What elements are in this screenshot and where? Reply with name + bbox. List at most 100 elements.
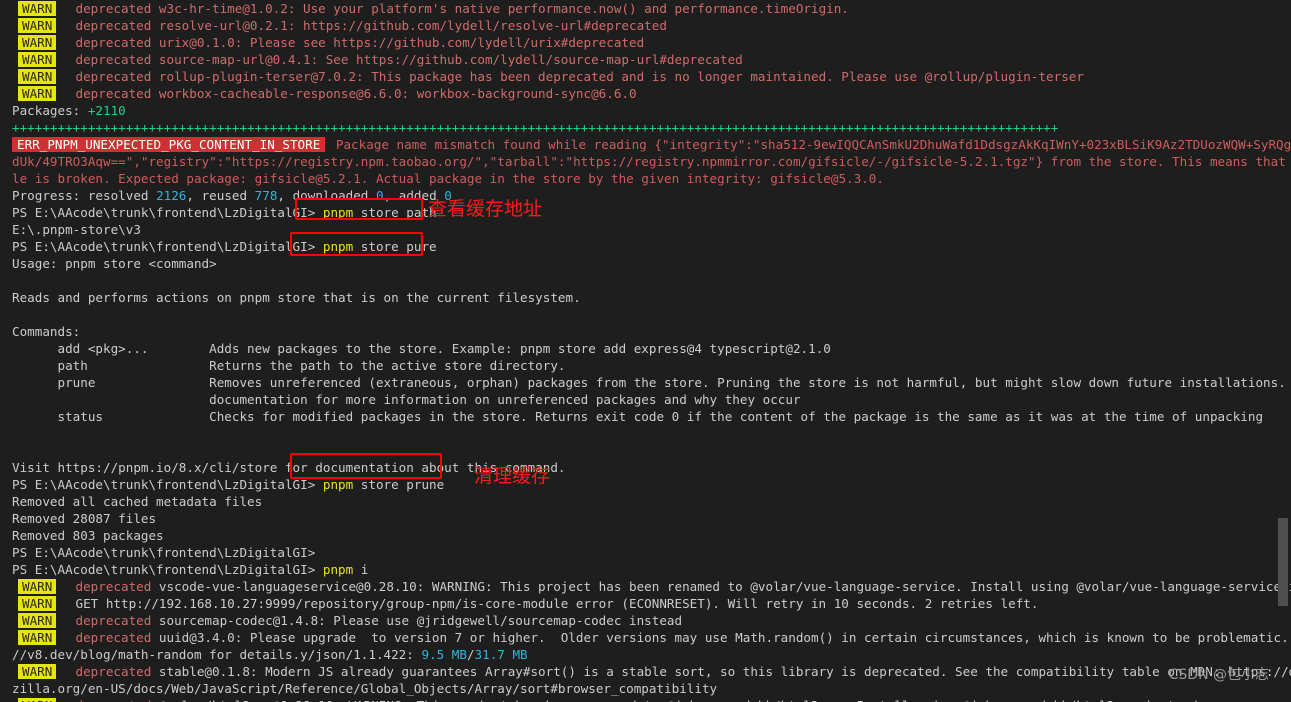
line-segment: Usage: pnpm store <command> [12,256,217,271]
line-segment: deprecated [75,613,159,628]
warn-badge: WARN [18,698,57,702]
line-segment: deprecated [76,698,159,702]
line-segment: 9.5 MB [421,647,467,662]
line-segment: , reused [186,188,255,203]
line-segment: deprecated [75,664,159,679]
warn-badge: WARN [18,613,57,628]
line-segment: E:\.pnpm-store\v3 [12,222,141,237]
line-segment: deprecated [75,35,159,50]
annotation-text: 查看缓存地址 [428,198,543,220]
terminal-output: WARN deprecated w3c-hr-time@1.0.2: Use y… [0,0,1291,702]
line-segment: deprecated [75,69,159,84]
terminal-line: Commands: [0,323,1291,340]
terminal-line: add <pkg>... Adds new packages to the st… [0,340,1291,357]
terminal-line: Removed all cached metadata files [0,493,1291,510]
line-segment: Removed 28087 files [12,511,157,526]
line-segment: deprecated [75,1,159,16]
line-segment: @volar/html2pug@0.28.10: WARNING: This p… [159,698,1205,702]
terminal-line: PS E:\AAcode\trunk\frontend\LzDigitalGI> [0,544,1291,561]
terminal-line: //v8.dev/blog/math-random for details.y/… [0,646,1291,663]
scrollbar-thumb[interactable] [1278,518,1288,606]
line-segment: uuid@3.4.0: Please upgrade to version 7 … [158,630,1291,645]
line-segment: deprecated [75,630,159,645]
line-segment: PS E:\AAcode\trunk\frontend\LzDigitalGI> [12,562,323,577]
line-segment: 31.7 MB [474,647,528,662]
warn-badge: WARN [18,1,57,16]
terminal-line: WARN deprecated sourcemap-codec@1.4.8: P… [0,612,1291,629]
terminal-line: WARN deprecated rollup-plugin-terser@7.0… [0,68,1291,85]
terminal-line: Usage: pnpm store <command> [0,255,1291,272]
line-segment: le is broken. Expected package: gifsicle… [12,171,884,186]
terminal-line: PS E:\AAcode\trunk\frontend\LzDigitalGI>… [0,561,1291,578]
terminal-line: WARN deprecated w3c-hr-time@1.0.2: Use y… [0,0,1291,17]
terminal-line: status Checks for modified packages in t… [0,408,1291,425]
warn-badge: WARN [18,579,57,594]
terminal-line: E:\.pnpm-store\v3 [0,221,1291,238]
line-segment: pnpm [322,562,354,577]
warn-badge: WARN [18,596,57,611]
terminal-line: Progress: resolved 2126, reused 778, dow… [0,187,1291,204]
line-segment: prune Removes unreferenced (extraneous, … [12,375,1291,390]
terminal-line: WARN GET http://192.168.10.27:9999/repos… [0,595,1291,612]
terminal-line: PS E:\AAcode\trunk\frontend\LzDigitalGI>… [0,238,1291,255]
terminal-line: documentation for more information on un… [0,391,1291,408]
line-segment: +2110 [87,103,126,118]
terminal-window[interactable]: WARN deprecated w3c-hr-time@1.0.2: Use y… [0,0,1291,702]
line-segment: Removed 803 packages [12,528,164,543]
line-segment: rollup-plugin-terser@7.0.2: This package… [158,69,1084,84]
terminal-line: zilla.org/en-US/docs/Web/JavaScript/Refe… [0,680,1291,697]
line-segment: path Returns the path to the active stor… [12,358,566,373]
line-segment: workbox-cacheable-response@6.6.0: workbo… [158,86,637,101]
line-segment: Packages: [12,103,88,118]
line-segment: store prune [353,477,445,492]
line-segment: status Checks for modified packages in t… [12,409,1264,424]
terminal-line: WARN deprecated vscode-vue-languageservi… [0,578,1291,595]
line-segment: pnpm [322,239,354,254]
line-segment: Package name mismatch found while readin… [328,137,1291,152]
terminal-line: WARN deprecated stable@0.1.8: Modern JS … [0,663,1291,680]
line-segment: store path [353,205,437,220]
terminal-line: Removed 803 packages [0,527,1291,544]
warn-badge: WARN [18,18,57,33]
line-segment: Reads and performs actions on pnpm store… [12,290,581,305]
line-segment: Progress: resolved [12,188,157,203]
terminal-line: path Returns the path to the active stor… [0,357,1291,374]
line-segment: pnpm [322,205,354,220]
line-segment: dUk/49TRO3Aqw==","registry":"https://reg… [12,154,1291,169]
line-segment: source-map-url@0.4.1: See https://github… [158,52,743,67]
line-segment: PS E:\AAcode\trunk\frontend\LzDigitalGI> [12,477,323,492]
line-segment: pnpm [322,477,354,492]
terminal-line: Visit https://pnpm.io/8.x/cli/store for … [0,459,1291,476]
line-segment: documentation for more information on un… [12,392,801,407]
line-segment: Removed all cached metadata files [12,494,263,509]
terminal-line: WARN deprecated @volar/html2pug@0.28.10:… [0,697,1291,702]
terminal-line: ++++++++++++++++++++++++++++++++++++++++… [0,119,1291,136]
line-segment: //v8.dev/blog/math-random for details.y/… [12,647,422,662]
warn-badge: WARN [18,35,57,50]
terminal-line: PS E:\AAcode\trunk\frontend\LzDigitalGI>… [0,204,1291,221]
line-segment: sourcemap-codec@1.4.8: Please use @jridg… [158,613,683,628]
line-segment: PS E:\AAcode\trunk\frontend\LzDigitalGI> [12,545,316,560]
watermark: CSDN @包小志 [1168,667,1269,683]
line-segment: i [353,562,369,577]
line-segment: stable@0.1.8: Modern JS already guarante… [158,664,1291,679]
scrollbar[interactable] [1277,0,1291,702]
warn-badge: WARN [18,86,57,101]
line-segment: , downloaded [277,188,376,203]
error-badge: ERR_PNPM_UNEXPECTED_PKG_CONTENT_IN_STORE [12,137,326,152]
terminal-line: PS E:\AAcode\trunk\frontend\LzDigitalGI>… [0,476,1291,493]
terminal-line: dUk/49TRO3Aqw==","registry":"https://reg… [0,153,1291,170]
line-segment: deprecated [75,86,159,101]
line-segment: deprecated [75,579,159,594]
line-segment: deprecated [75,52,159,67]
line-segment: Commands: [12,324,81,339]
terminal-line: WARN deprecated workbox-cacheable-respon… [0,85,1291,102]
terminal-line: WARN deprecated source-map-url@0.4.1: Se… [0,51,1291,68]
line-segment: GET http://192.168.10.27:9999/repository… [75,596,1039,611]
line-segment: 778 [254,188,278,203]
terminal-line: WARN deprecated resolve-url@0.2.1: https… [0,17,1291,34]
